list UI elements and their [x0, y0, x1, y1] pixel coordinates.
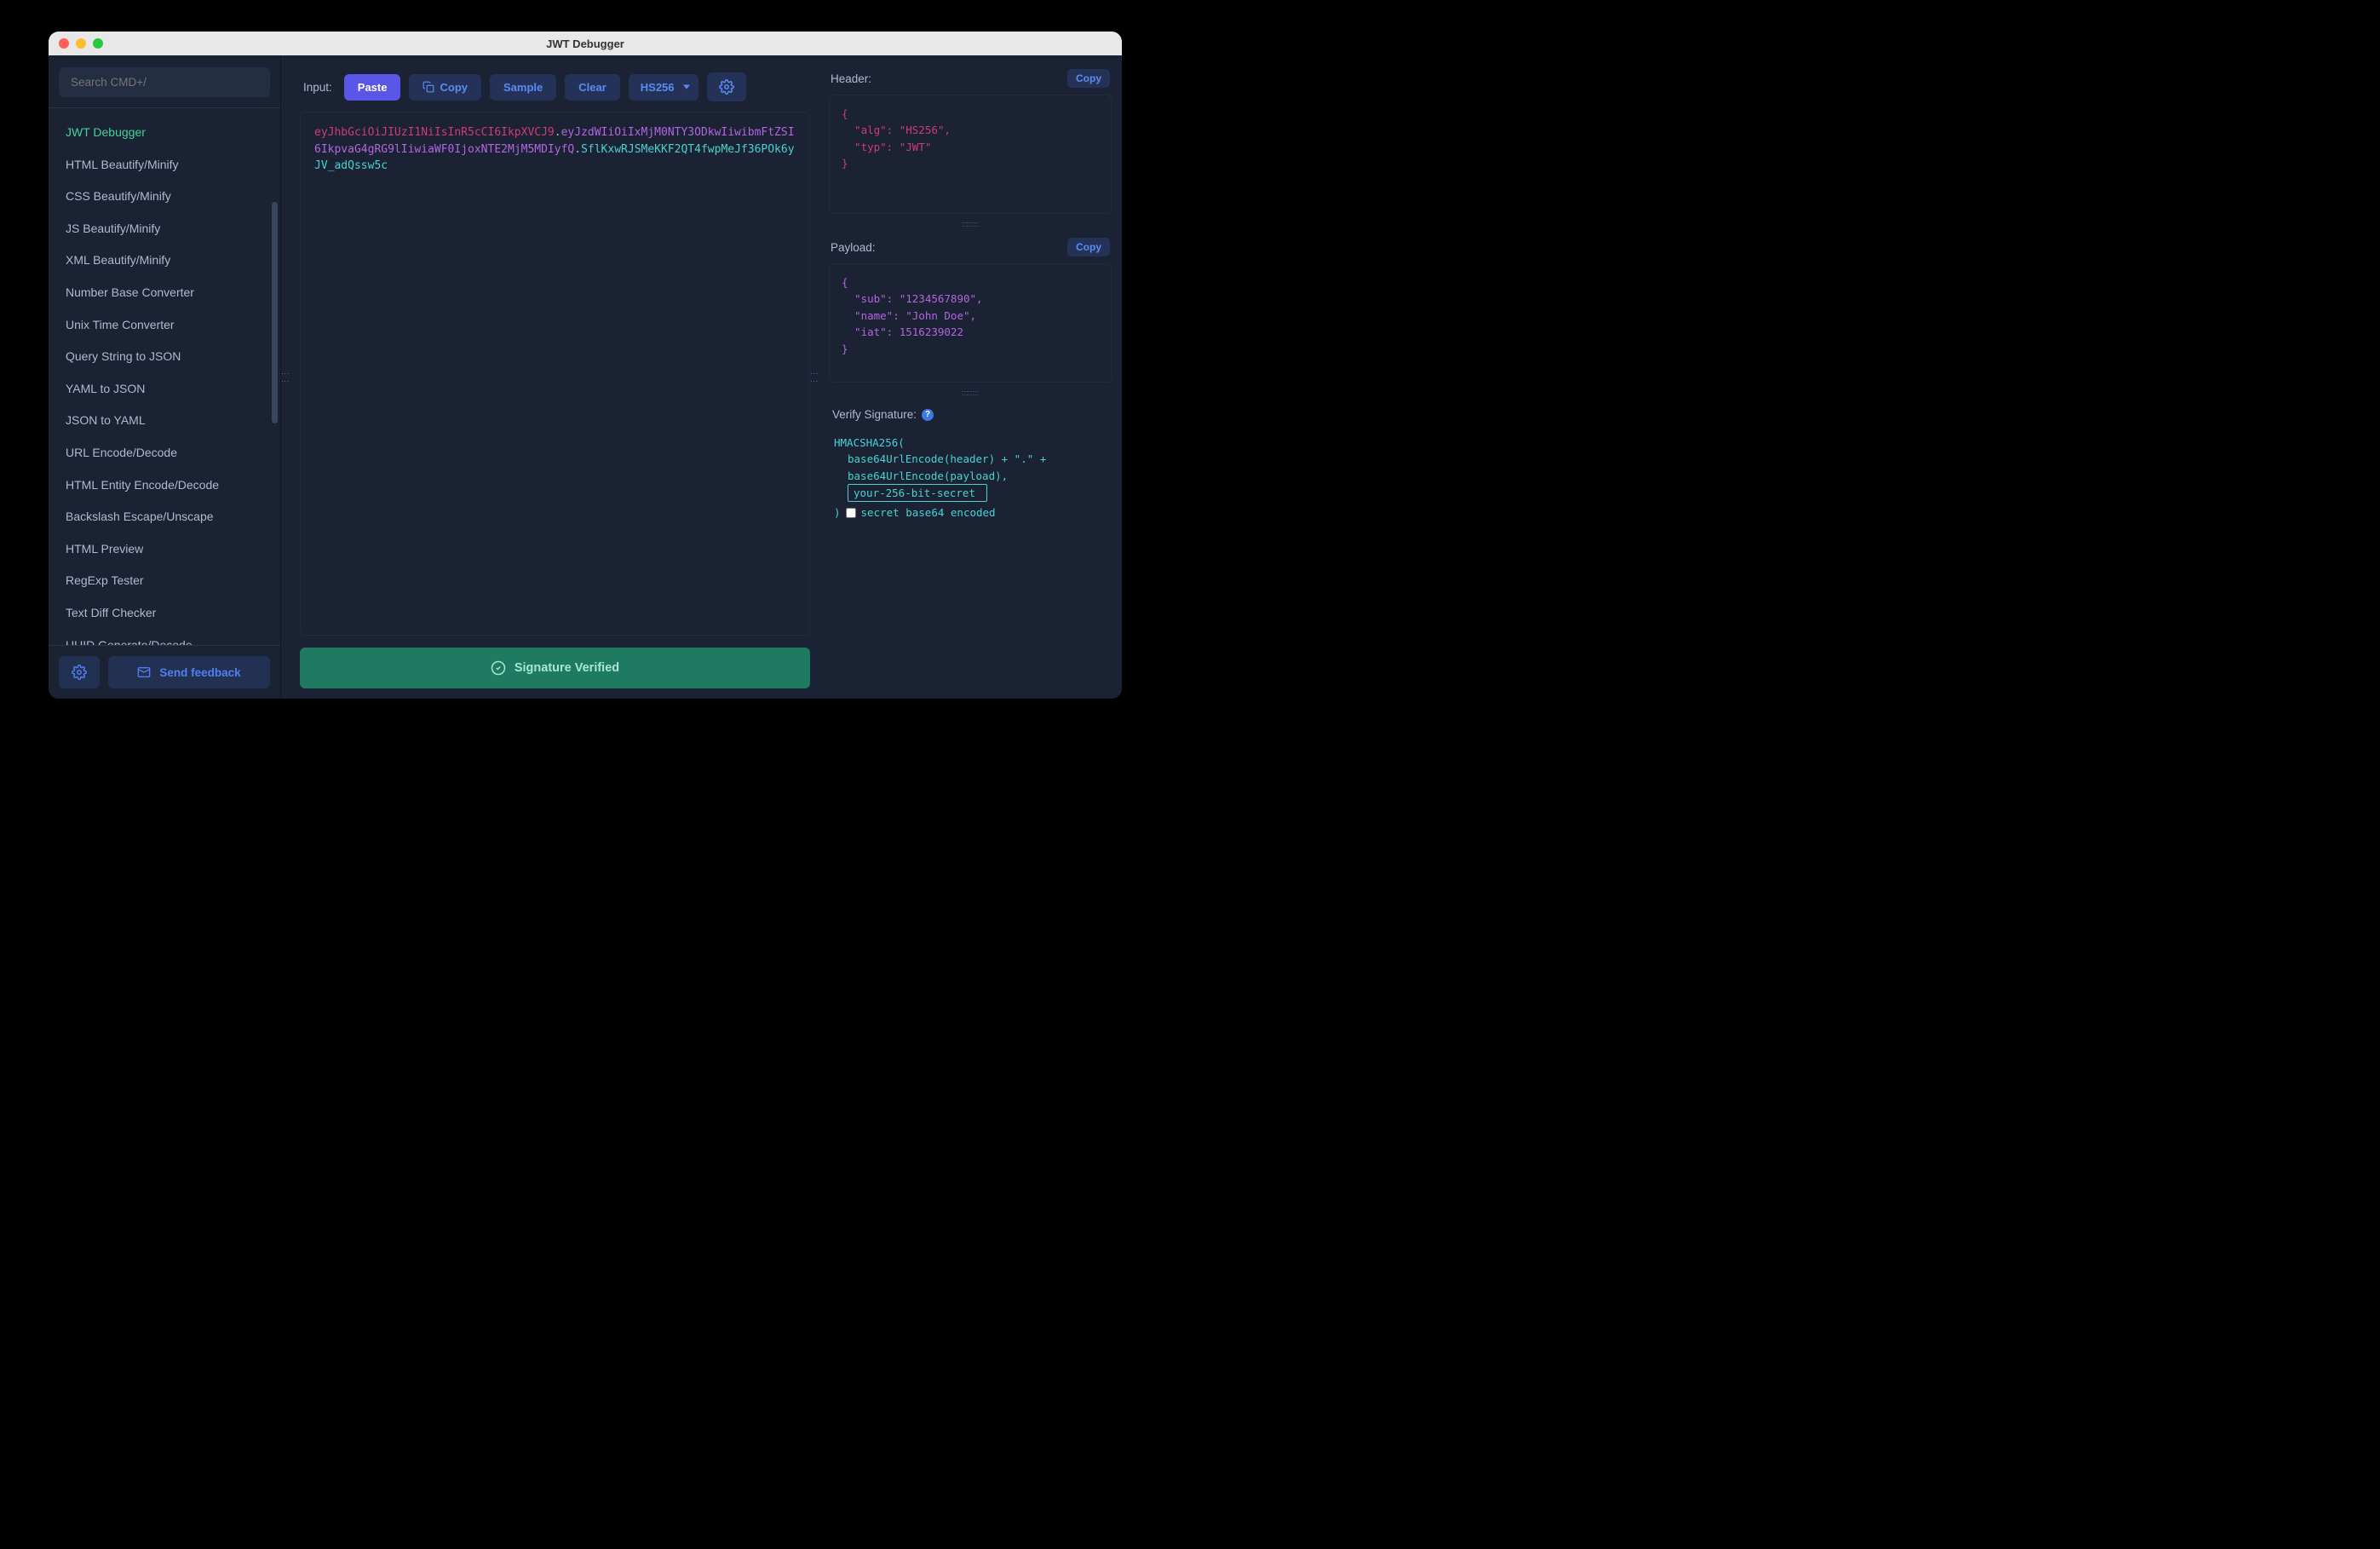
- sig-close: ): [834, 504, 841, 521]
- window-title: JWT Debugger: [546, 37, 624, 50]
- sig-line-1: HMACSHA256(: [834, 436, 905, 449]
- dots-icon: ::::::::: [962, 220, 979, 228]
- header-title: Header:: [831, 72, 871, 85]
- payload-copy-button[interactable]: Copy: [1067, 238, 1110, 256]
- payload-title: Payload:: [831, 241, 876, 254]
- resize-handle-1[interactable]: ::::::::: [829, 221, 1112, 227]
- check-circle-icon: [491, 660, 506, 676]
- gear-icon: [72, 665, 87, 680]
- traffic-lights: [49, 38, 103, 49]
- sidebar-item-query-string[interactable]: Query String to JSON: [49, 341, 280, 373]
- feedback-label: Send feedback: [159, 666, 240, 679]
- close-icon[interactable]: [59, 38, 69, 49]
- token-header: eyJhbGciOiJIUzI1NiIsInR5cCI6IkpXVCJ9: [314, 126, 555, 139]
- verify-label: Signature Verified: [515, 661, 619, 675]
- header-code[interactable]: { "alg": "HS256", "typ": "JWT" }: [829, 95, 1112, 214]
- sample-button[interactable]: Sample: [490, 74, 556, 101]
- copy-icon: [423, 81, 434, 93]
- clear-button[interactable]: Clear: [565, 74, 620, 101]
- tool-list[interactable]: JWT Debugger HTML Beautify/Minify CSS Be…: [49, 108, 280, 645]
- sig-line-2: base64UrlEncode(header) + "." +: [834, 451, 1107, 467]
- sidebar: JWT Debugger HTML Beautify/Minify CSS Be…: [49, 55, 281, 699]
- mail-icon: [137, 665, 151, 679]
- dots-icon: ::::::::: [962, 389, 979, 397]
- base64-label: secret base64 encoded: [861, 504, 996, 521]
- split-handle-left[interactable]: ⋮⋮: [281, 55, 290, 699]
- settings-button[interactable]: [59, 656, 100, 688]
- payload-code[interactable]: { "sub": "1234567890", "name": "John Doe…: [829, 263, 1112, 383]
- verify-banner: Signature Verified: [300, 648, 810, 688]
- sidebar-item-backslash[interactable]: Backslash Escape/Unscape: [49, 501, 280, 533]
- header-panel: Header: Copy { "alg": "HS256", "typ": "J…: [829, 66, 1112, 214]
- header-panel-header: Header: Copy: [829, 66, 1112, 95]
- minimize-icon[interactable]: [76, 38, 86, 49]
- search-wrap: [49, 55, 280, 108]
- sidebar-item-number-base[interactable]: Number Base Converter: [49, 277, 280, 309]
- paste-button[interactable]: Paste: [344, 74, 401, 101]
- sig-close-row: ) secret base64 encoded: [834, 504, 1107, 521]
- sidebar-item-url-encode[interactable]: URL Encode/Decode: [49, 437, 280, 469]
- toolbar: Input: Paste Copy Sample Clear HS256: [300, 66, 810, 112]
- copy-label: Copy: [440, 81, 468, 94]
- resize-handle-2[interactable]: ::::::::: [829, 389, 1112, 396]
- input-label: Input:: [303, 81, 332, 94]
- alg-select-wrap: HS256: [629, 74, 698, 101]
- center-panel: Input: Paste Copy Sample Clear HS256 eyJ…: [300, 66, 810, 688]
- sidebar-item-jwt-debugger[interactable]: JWT Debugger: [49, 117, 280, 149]
- sig-line-3: base64UrlEncode(payload),: [834, 468, 1107, 484]
- sidebar-item-html-preview[interactable]: HTML Preview: [49, 533, 280, 566]
- scrollbar[interactable]: [272, 202, 278, 423]
- sidebar-item-js-beautify[interactable]: JS Beautify/Minify: [49, 213, 280, 245]
- alg-select[interactable]: HS256: [629, 74, 698, 101]
- token-input[interactable]: eyJhbGciOiJIUzI1NiIsInR5cCI6IkpXVCJ9.eyJ…: [300, 112, 810, 636]
- token-dot: .: [574, 143, 581, 156]
- signature-panel: Verify Signature: ? HMACSHA256( base64Ur…: [829, 403, 1112, 528]
- sidebar-item-css-beautify[interactable]: CSS Beautify/Minify: [49, 181, 280, 213]
- secret-wrap: [834, 484, 1107, 502]
- sidebar-item-unix-time[interactable]: Unix Time Converter: [49, 309, 280, 342]
- maximize-icon[interactable]: [93, 38, 103, 49]
- search-input[interactable]: [59, 67, 270, 97]
- payload-panel: Payload: Copy { "sub": "1234567890", "na…: [829, 234, 1112, 383]
- sidebar-item-yaml-json[interactable]: YAML to JSON: [49, 373, 280, 406]
- sidebar-item-uuid[interactable]: UUID Generate/Decode: [49, 630, 280, 646]
- sidebar-item-html-beautify[interactable]: HTML Beautify/Minify: [49, 149, 280, 181]
- secret-input[interactable]: [848, 484, 987, 502]
- sidebar-item-regexp[interactable]: RegExp Tester: [49, 565, 280, 597]
- content: JWT Debugger HTML Beautify/Minify CSS Be…: [49, 55, 1122, 699]
- token-dot: .: [555, 126, 561, 139]
- toolbar-settings-button[interactable]: [707, 72, 746, 101]
- sidebar-item-html-entity[interactable]: HTML Entity Encode/Decode: [49, 469, 280, 502]
- sidebar-footer: Send feedback: [49, 645, 280, 699]
- sidebar-item-text-diff[interactable]: Text Diff Checker: [49, 597, 280, 630]
- signature-title: Verify Signature: ?: [831, 405, 1110, 429]
- help-icon[interactable]: ?: [922, 409, 934, 421]
- sidebar-item-xml-beautify[interactable]: XML Beautify/Minify: [49, 245, 280, 277]
- header-copy-button[interactable]: Copy: [1067, 69, 1110, 88]
- feedback-button[interactable]: Send feedback: [108, 656, 270, 688]
- signature-code: HMACSHA256( base64UrlEncode(header) + ".…: [831, 429, 1110, 527]
- copy-button[interactable]: Copy: [409, 74, 481, 101]
- app-window: JWT Debugger JWT Debugger HTML Beautify/…: [49, 32, 1122, 699]
- split-handle-right[interactable]: ⋮⋮: [810, 55, 819, 699]
- base64-checkbox[interactable]: [846, 508, 856, 518]
- right-panel: Header: Copy { "alg": "HS256", "typ": "J…: [829, 66, 1112, 688]
- sidebar-item-json-yaml[interactable]: JSON to YAML: [49, 405, 280, 437]
- titlebar[interactable]: JWT Debugger: [49, 32, 1122, 55]
- payload-panel-header: Payload: Copy: [829, 234, 1112, 263]
- gear-icon: [719, 79, 734, 95]
